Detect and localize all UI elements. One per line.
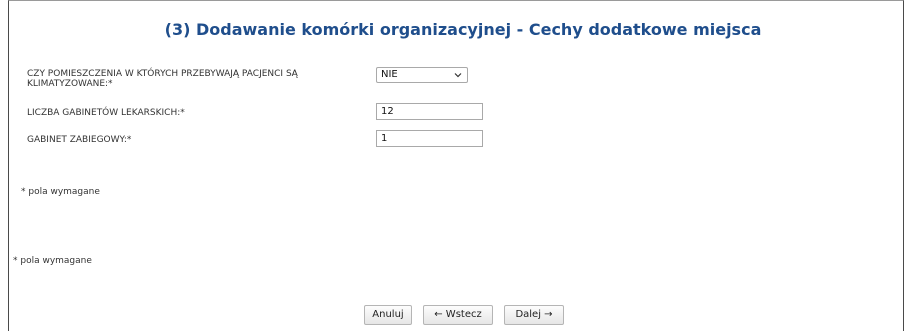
air-conditioning-value: NIE bbox=[381, 69, 398, 80]
doctor-offices-label: LICZBA GABINETÓW LEKARSKICH:* bbox=[27, 108, 185, 118]
next-button[interactable]: Dalej → bbox=[504, 305, 564, 325]
back-button[interactable]: ← Wstecz bbox=[423, 305, 493, 325]
page-title: (3) Dodawanie komórki organizacyjnej - C… bbox=[164, 20, 762, 39]
air-conditioning-select[interactable]: NIE bbox=[376, 67, 468, 83]
required-fields-note: * pola wymagane bbox=[21, 187, 100, 197]
page-frame bbox=[8, 0, 904, 331]
chevron-down-icon bbox=[454, 73, 462, 78]
required-fields-note-bottom: * pola wymagane bbox=[13, 256, 92, 266]
treatment-room-input[interactable]: 1 bbox=[376, 130, 483, 147]
doctor-offices-input[interactable]: 12 bbox=[376, 103, 483, 120]
treatment-room-label: GABINET ZABIEGOWY:* bbox=[27, 135, 132, 145]
cancel-button[interactable]: Anuluj bbox=[364, 305, 412, 325]
air-conditioning-label: CZY POMIESZCZENIA W KTÓRYCH PRZEBYWAJĄ P… bbox=[27, 69, 298, 89]
